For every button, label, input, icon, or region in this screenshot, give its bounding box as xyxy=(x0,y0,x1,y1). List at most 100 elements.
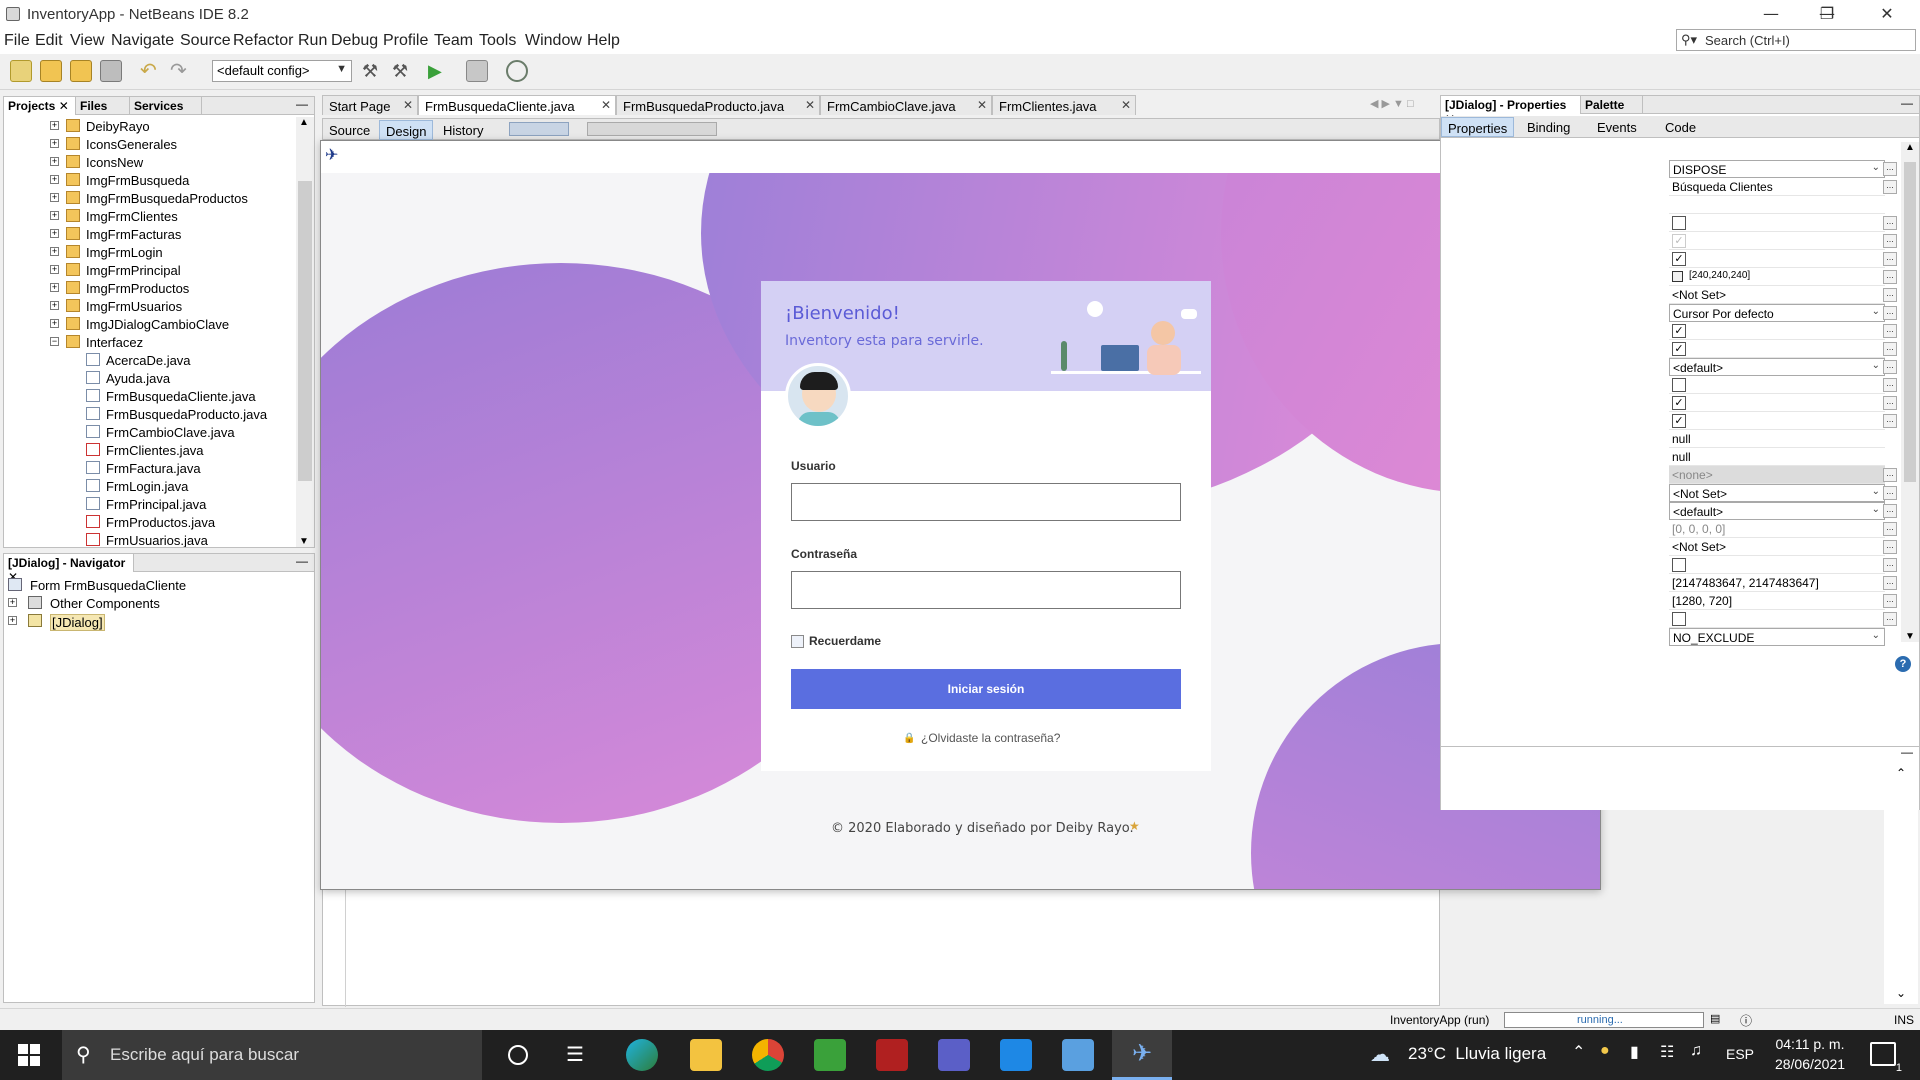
clock-date[interactable]: 28/06/2021 xyxy=(1770,1056,1850,1072)
property-editor-button[interactable]: … xyxy=(1883,342,1897,356)
clock-time[interactable]: 04:11 p. m. xyxy=(1770,1036,1850,1052)
expand-icon[interactable]: + xyxy=(50,301,59,310)
property-value[interactable]: ✓ xyxy=(1669,412,1885,430)
property-checkbox[interactable]: ✓ xyxy=(1672,414,1686,428)
tree-scrollbar[interactable]: ▲ ▼ xyxy=(296,117,314,547)
menu-edit[interactable]: Edit xyxy=(35,32,63,50)
property-value[interactable]: <Not Set> ⌄ xyxy=(1669,484,1885,502)
property-value[interactable]: [0, 0, 0, 0] xyxy=(1669,520,1885,538)
property-value[interactable]: NO_EXCLUDE ⌄ xyxy=(1669,628,1885,646)
close-icon[interactable]: ✕ xyxy=(805,98,815,112)
wifi-icon[interactable]: ☷ xyxy=(1660,1042,1674,1062)
tab-services[interactable]: Services xyxy=(130,97,202,115)
property-editor-button[interactable]: … xyxy=(1883,468,1897,482)
property-value[interactable]: [240,240,240] xyxy=(1669,268,1885,286)
restore-button[interactable]: ❐ xyxy=(1804,0,1850,28)
tab-projects[interactable]: Projects ✕ xyxy=(4,97,76,115)
property-value[interactable]: <none> xyxy=(1669,466,1885,484)
menu-refactor[interactable]: Refactor xyxy=(233,32,293,50)
property-value[interactable]: <default> ⌄ xyxy=(1669,502,1885,520)
tab-code[interactable]: Code xyxy=(1659,117,1702,137)
windows-start-icon[interactable] xyxy=(18,1044,40,1066)
close-icon[interactable]: ✕ xyxy=(403,98,413,112)
property-editor-button[interactable]: … xyxy=(1883,162,1897,176)
remember-checkbox[interactable] xyxy=(791,635,804,648)
expand-icon[interactable]: + xyxy=(50,283,59,292)
tab-frmbusquedaproducto[interactable]: FrmBusquedaProducto.java ✕ xyxy=(616,95,820,115)
property-editor-button[interactable]: … xyxy=(1883,540,1897,554)
debug-icon[interactable] xyxy=(466,60,488,82)
expand-icon[interactable]: + xyxy=(8,598,17,607)
menu-source[interactable]: Source xyxy=(180,32,231,50)
property-value[interactable]: null xyxy=(1669,448,1885,466)
property-value[interactable]: ✓ xyxy=(1669,232,1885,250)
property-value[interactable]: [2147483647, 2147483647] xyxy=(1669,574,1885,592)
cancel-task-icon[interactable]: ▤ xyxy=(1710,1012,1720,1025)
minimize-panel-icon[interactable]: — xyxy=(296,554,308,568)
expand-icon[interactable]: + xyxy=(50,229,59,238)
property-value[interactable]: <Not Set> xyxy=(1669,286,1885,304)
new-project-icon[interactable] xyxy=(40,60,62,82)
tab-design[interactable]: Design xyxy=(379,120,434,140)
tab-files[interactable]: Files xyxy=(76,97,130,115)
property-checkbox[interactable] xyxy=(1672,216,1686,230)
vscode-icon[interactable] xyxy=(1000,1039,1032,1071)
chevron-down-icon[interactable]: ⌄ xyxy=(1872,306,1880,317)
property-editor-button[interactable]: … xyxy=(1883,288,1897,302)
property-checkbox[interactable]: ✓ xyxy=(1672,252,1686,266)
property-checkbox[interactable] xyxy=(1672,612,1686,626)
property-value[interactable]: ✓ xyxy=(1669,394,1885,412)
clean-build-icon[interactable]: ⚒ xyxy=(392,60,414,82)
menu-profile[interactable]: Profile xyxy=(383,32,428,50)
property-editor-button[interactable]: … xyxy=(1883,324,1897,338)
properties-scrollbar[interactable]: ▲ ▼ xyxy=(1901,142,1919,642)
expand-icon[interactable]: + xyxy=(50,265,59,274)
close-icon[interactable]: ✕ xyxy=(1121,98,1131,112)
chevron-down-icon[interactable]: ⌄ xyxy=(1872,630,1880,641)
property-editor-button[interactable]: … xyxy=(1883,576,1897,590)
profile-icon[interactable] xyxy=(506,60,528,82)
virtualbox-icon[interactable] xyxy=(1062,1039,1094,1071)
open-project-icon[interactable] xyxy=(70,60,92,82)
property-value[interactable]: Cursor Por defecto ⌄ xyxy=(1669,304,1885,322)
chevron-down-icon[interactable]: ⌄ xyxy=(1872,162,1880,173)
expand-icon[interactable]: + xyxy=(50,247,59,256)
property-editor-button[interactable]: … xyxy=(1883,558,1897,572)
tab-frmcambioclave[interactable]: FrmCambioClave.java ✕ xyxy=(820,95,992,115)
property-editor-button[interactable]: … xyxy=(1883,486,1897,500)
property-value[interactable] xyxy=(1669,214,1885,232)
new-file-icon[interactable] xyxy=(10,60,32,82)
redo-icon[interactable]: ↷ xyxy=(170,60,192,82)
help-icon[interactable]: ? xyxy=(1895,656,1911,672)
login-button[interactable]: Iniciar sesión xyxy=(791,669,1181,709)
chevron-down-icon[interactable]: ⌄ xyxy=(1872,360,1880,371)
edge-icon[interactable] xyxy=(626,1039,658,1071)
tray-app-icon[interactable]: ● xyxy=(1600,1042,1610,1060)
expand-icon[interactable]: + xyxy=(50,211,59,220)
menu-view[interactable]: View xyxy=(70,32,104,50)
property-value[interactable]: null xyxy=(1669,430,1885,448)
tab-frmbusquedacliente[interactable]: FrmBusquedaCliente.java ✕ xyxy=(418,95,616,115)
property-value[interactable]: ✓ xyxy=(1669,340,1885,358)
notifications-icon[interactable]: ⓘ xyxy=(1740,1012,1752,1029)
tab-frmclientes[interactable]: FrmClientes.java ✕ xyxy=(992,95,1136,115)
property-checkbox[interactable]: ✓ xyxy=(1672,324,1686,338)
expand-icon[interactable]: + xyxy=(50,193,59,202)
property-editor-button[interactable]: … xyxy=(1883,360,1897,374)
close-window-button[interactable]: ✕ xyxy=(1864,0,1910,28)
tab-events[interactable]: Events xyxy=(1591,117,1643,137)
save-all-icon[interactable] xyxy=(100,60,122,82)
property-value[interactable]: DISPOSE ⌄ xyxy=(1669,160,1885,178)
weather-text[interactable]: 23°C Lluvia ligera xyxy=(1408,1044,1546,1064)
tab-start-page[interactable]: Start Page ✕ xyxy=(322,95,418,115)
expand-icon[interactable]: + xyxy=(50,157,59,166)
menu-tools[interactable]: Tools xyxy=(479,32,516,50)
property-editor-button[interactable]: … xyxy=(1883,306,1897,320)
property-value[interactable]: <default> ⌄ xyxy=(1669,358,1885,376)
chevron-down-icon[interactable]: ⌄ xyxy=(1872,486,1880,497)
expand-icon[interactable]: + xyxy=(50,139,59,148)
run-icon[interactable]: ▶ xyxy=(428,60,450,82)
tab-history[interactable]: History xyxy=(437,120,489,140)
property-editor-button[interactable]: … xyxy=(1883,396,1897,410)
menu-help[interactable]: Help xyxy=(587,32,620,50)
